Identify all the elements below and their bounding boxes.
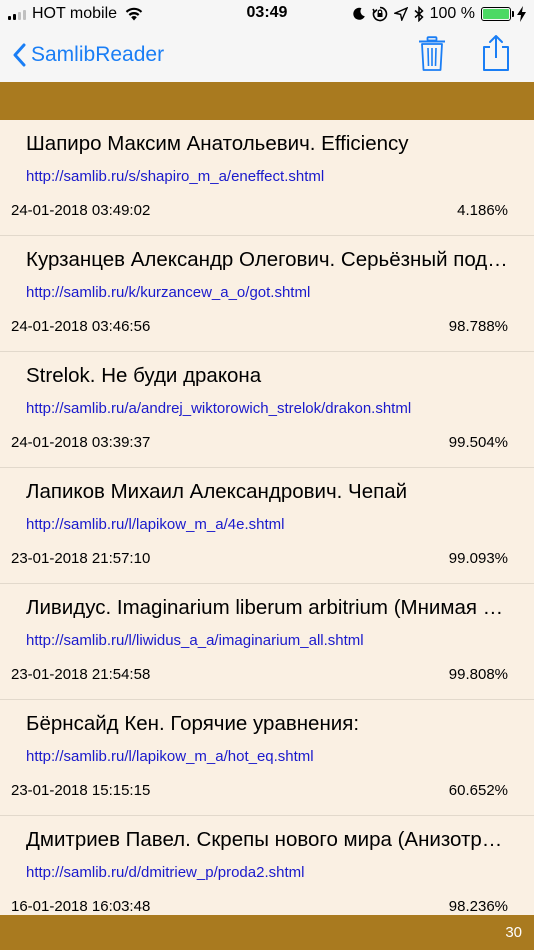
item-url-link[interactable]: http://samlib.ru/k/kurzancew_a_o/got.sht… xyxy=(26,284,310,301)
header-band xyxy=(0,82,534,120)
battery-icon xyxy=(481,7,514,21)
list-item[interactable]: Ливидус. Imaginarium liberum arbitrium (… xyxy=(0,584,534,700)
item-title: Лапиков Михаил Александрович. Чепай xyxy=(26,480,408,503)
bluetooth-icon xyxy=(414,6,424,22)
item-progress-percent: 4.186% xyxy=(457,202,508,219)
bookmark-list[interactable]: Шапиро Максим Анатольевич. Efficiency htt… xyxy=(0,120,534,915)
item-count: 30 xyxy=(505,924,522,941)
item-url-link[interactable]: http://samlib.ru/l/lapikow_m_a/4e.shtml xyxy=(26,516,284,533)
item-date: 24-01-2018 03:49:02 xyxy=(11,202,151,219)
share-icon[interactable] xyxy=(480,34,512,72)
item-url-link[interactable]: http://samlib.ru/s/shapiro_m_a/eneffect.… xyxy=(26,168,324,185)
item-progress-percent: 60.652% xyxy=(448,782,508,799)
rotation-lock-icon xyxy=(371,6,387,22)
item-date: 24-01-2018 03:46:56 xyxy=(11,318,151,335)
chevron-left-icon xyxy=(13,43,26,67)
item-title: Ливидус. Imaginarium liberum arbitrium (… xyxy=(26,596,508,619)
item-progress-percent: 99.504% xyxy=(448,434,508,451)
item-progress-percent: 98.788% xyxy=(448,318,508,335)
location-icon xyxy=(393,7,408,21)
item-title: Strelok. Не буди дракона xyxy=(26,364,262,387)
footer-band: 30 xyxy=(0,915,534,950)
trash-icon[interactable] xyxy=(418,36,446,72)
item-url-link[interactable]: http://samlib.ru/l/lapikow_m_a/hot_eq.sh… xyxy=(26,748,314,765)
list-item[interactable]: Лапиков Михаил Александрович. Чепай http:… xyxy=(0,468,534,584)
back-button-label: SamlibReader xyxy=(31,43,165,66)
item-progress-percent: 99.093% xyxy=(448,550,508,567)
item-url-link[interactable]: http://samlib.ru/l/liwidus_a_a/imaginari… xyxy=(26,632,364,649)
item-progress-percent: 98.236% xyxy=(448,898,508,915)
item-date: 23-01-2018 21:54:58 xyxy=(11,666,151,683)
item-date: 16-01-2018 16:03:48 xyxy=(11,898,151,915)
battery-percent: 100 % xyxy=(429,5,475,22)
item-title: Дмитриев Павел. Скрепы нового мира (Аниз… xyxy=(26,828,508,851)
item-title: Курзанцев Александр Олегович. Серьёзный … xyxy=(26,248,508,271)
list-item[interactable]: Шапиро Максим Анатольевич. Efficiency htt… xyxy=(0,120,534,236)
item-date: 23-01-2018 21:57:10 xyxy=(11,550,151,567)
item-url-link[interactable]: http://samlib.ru/a/andrej_wiktorowich_st… xyxy=(26,400,411,417)
charging-icon xyxy=(517,6,526,22)
item-date: 24-01-2018 03:39:37 xyxy=(11,434,151,451)
navigation-bar: SamlibReader xyxy=(0,30,534,82)
status-bar: HOT mobile 03:49 100 % xyxy=(0,0,534,30)
list-item[interactable]: Strelok. Не буди дракона http://samlib.ru… xyxy=(0,352,534,468)
moon-icon xyxy=(352,7,365,20)
back-button[interactable]: SamlibReader xyxy=(12,38,164,72)
item-date: 23-01-2018 15:15:15 xyxy=(11,782,151,799)
list-item[interactable]: Курзанцев Александр Олегович. Серьёзный … xyxy=(0,236,534,352)
item-progress-percent: 99.808% xyxy=(448,666,508,683)
item-title: Шапиро Максим Анатольевич. Efficiency xyxy=(26,132,409,155)
status-right: 100 % xyxy=(352,4,526,24)
list-item[interactable]: Бёрнсайд Кен. Горячие уравнения: http://s… xyxy=(0,700,534,816)
list-item[interactable]: Дмитриев Павел. Скрепы нового мира (Аниз… xyxy=(0,816,534,915)
item-title: Бёрнсайд Кен. Горячие уравнения: xyxy=(26,712,360,735)
item-url-link[interactable]: http://samlib.ru/d/dmitriew_p/proda2.sht… xyxy=(26,864,304,881)
